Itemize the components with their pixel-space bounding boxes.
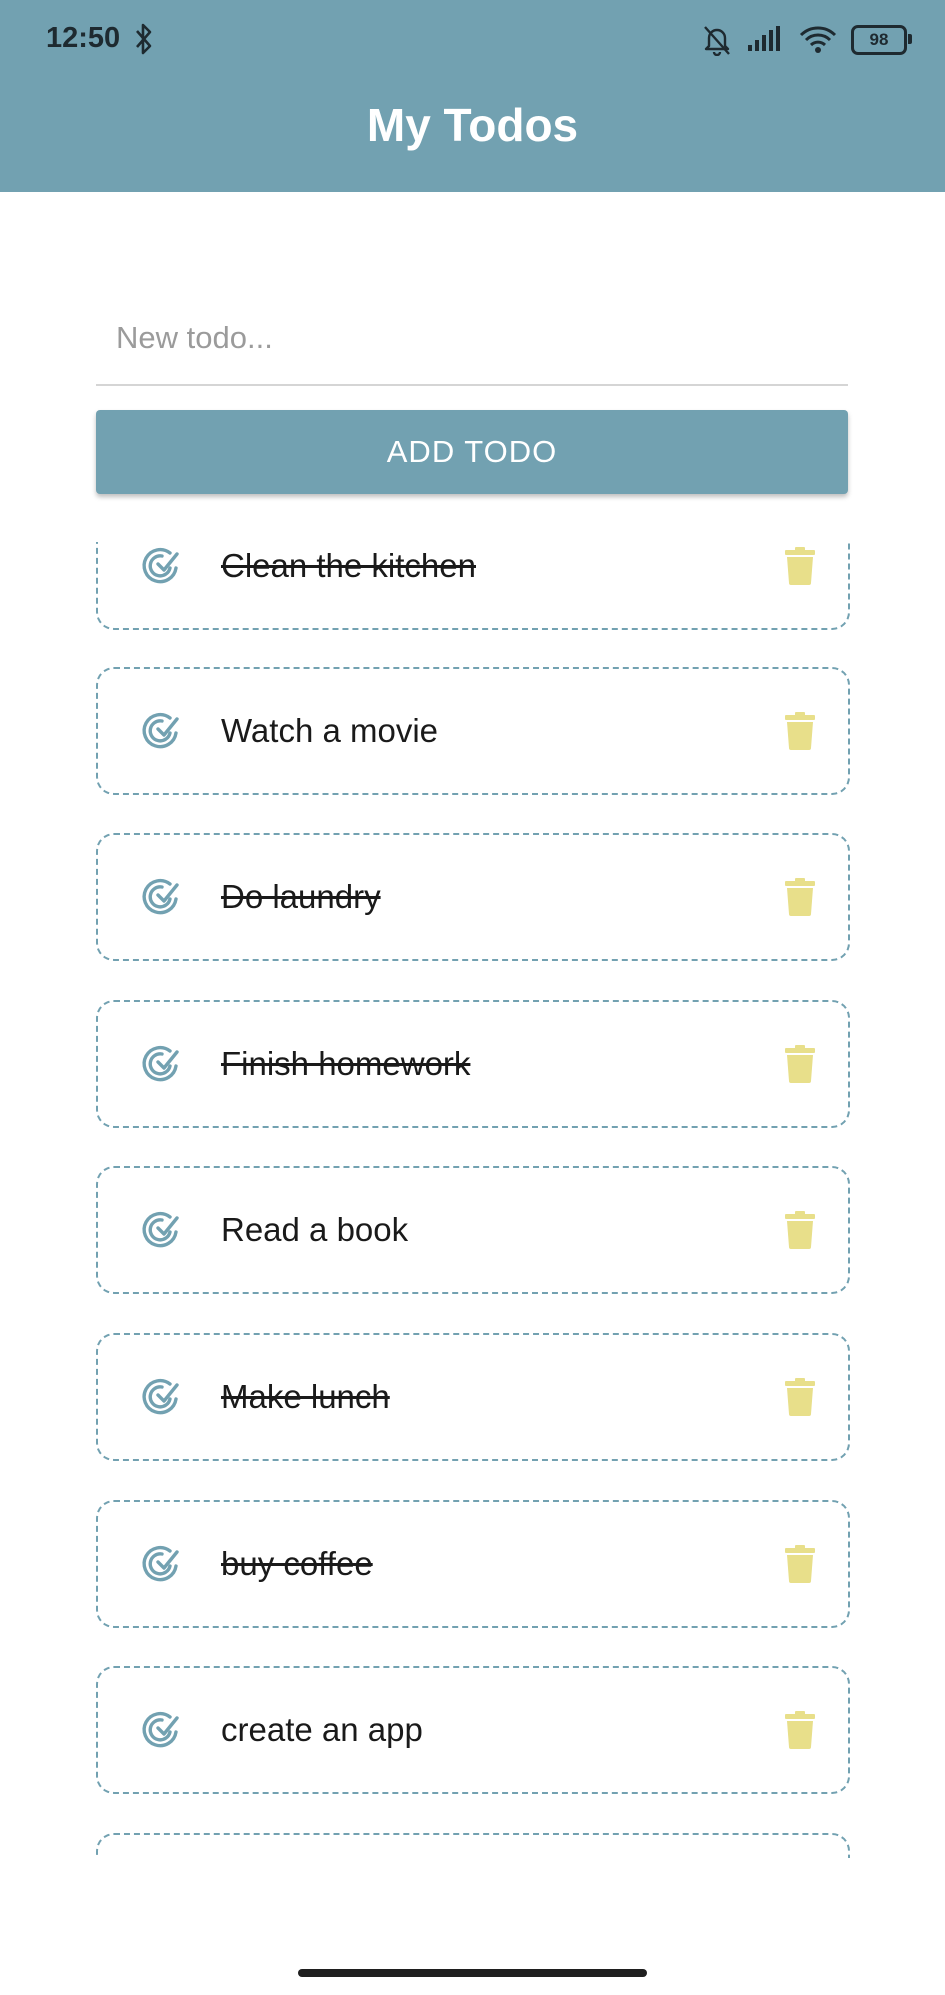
trash-icon[interactable] [785, 1045, 815, 1083]
todo-item[interactable]: buy coffee [96, 1500, 850, 1628]
todo-item[interactable]: Do laundry [96, 833, 850, 961]
check-circle-icon[interactable] [140, 1377, 180, 1417]
app-header: 12:50 98 My Todos [0, 0, 945, 192]
todo-text: buy coffee [221, 1545, 373, 1582]
check-circle-icon[interactable] [140, 1544, 180, 1584]
check-circle-icon[interactable] [140, 1710, 180, 1750]
page-title: My Todos [366, 99, 579, 151]
trash-icon[interactable] [785, 1711, 815, 1749]
check-circle-icon[interactable] [140, 1210, 180, 1250]
todo-text: Watch a movie [221, 712, 439, 749]
todo-item[interactable]: Read a book [96, 1166, 850, 1294]
new-todo-field[interactable] [96, 306, 848, 386]
trash-icon[interactable] [785, 547, 815, 585]
status-time: 12:50 [46, 22, 121, 54]
battery-level: 98 [869, 30, 889, 49]
trash-icon[interactable] [785, 1545, 815, 1583]
todo-text: Do laundry [221, 878, 381, 915]
status-icons: 98 [701, 20, 912, 60]
trash-icon[interactable] [785, 1378, 815, 1416]
muted-bell-icon [704, 26, 730, 56]
signal-icon [748, 26, 780, 51]
todo-text: Finish homework [221, 1045, 471, 1082]
trash-icon[interactable] [785, 712, 815, 750]
todo-list[interactable]: Clean the kitchen Watch a movie Do laund… [0, 542, 945, 1858]
new-todo-input[interactable] [96, 306, 848, 370]
todo-item-partial[interactable] [96, 1833, 850, 1858]
todo-text: Clean the kitchen [221, 547, 476, 584]
todo-item[interactable]: Clean the kitchen [96, 542, 850, 630]
todo-item[interactable]: Make lunch [96, 1333, 850, 1461]
todo-text: create an app [221, 1711, 423, 1748]
check-circle-icon[interactable] [140, 1044, 180, 1084]
todo-text: Make lunch [221, 1378, 390, 1415]
wifi-icon [799, 26, 837, 53]
todo-item[interactable]: Finish homework [96, 1000, 850, 1128]
check-circle-icon[interactable] [140, 546, 180, 586]
todo-item[interactable]: Watch a movie [96, 667, 850, 795]
todo-item[interactable]: create an app [96, 1666, 850, 1794]
trash-icon[interactable] [785, 878, 815, 916]
trash-icon[interactable] [785, 1211, 815, 1249]
add-todo-button[interactable]: ADD TODO [96, 410, 848, 494]
check-circle-icon[interactable] [140, 711, 180, 751]
check-circle-icon[interactable] [140, 877, 180, 917]
todo-text: Read a book [221, 1211, 409, 1248]
battery-icon: 98 [851, 25, 912, 55]
bluetooth-icon [136, 23, 152, 55]
home-indicator[interactable] [298, 1969, 647, 1977]
